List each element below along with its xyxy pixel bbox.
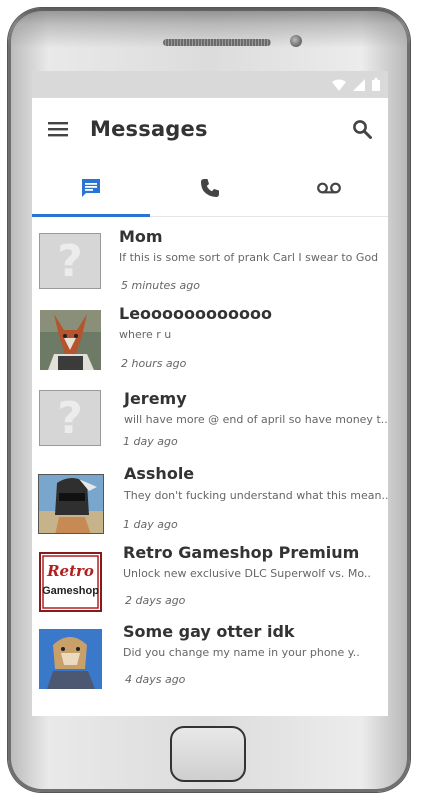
avatar-masked-character-photo bbox=[38, 474, 104, 534]
conversation-row-retro-gameshop[interactable]: Retro Gameshop Retro Gameshop Premium Un… bbox=[32, 531, 388, 612]
page-title: Messages bbox=[90, 117, 208, 141]
avatar-otter-photo bbox=[39, 629, 102, 689]
message-preview: where r u bbox=[119, 328, 172, 341]
question-mark-icon: ? bbox=[57, 235, 83, 287]
conversation-row-jeremy[interactable]: ? Jeremy will have more @ end of april s… bbox=[32, 373, 388, 453]
message-preview: If this is some sort of prank Carl I swe… bbox=[119, 251, 379, 264]
battery-icon bbox=[372, 78, 380, 91]
message-time: 4 days ago bbox=[125, 673, 186, 686]
contact-name: Asshole bbox=[124, 464, 195, 483]
message-preview: Unlock new exclusive DLC Superwolf vs. M… bbox=[123, 567, 371, 580]
contact-name: Some gay otter idk bbox=[123, 622, 295, 641]
conversation-row-mom[interactable]: ? Mom If this is some sort of prank Carl… bbox=[32, 217, 388, 295]
front-camera bbox=[290, 35, 302, 47]
contact-name: Leoooooooooooo bbox=[119, 304, 272, 323]
tab-messages[interactable] bbox=[32, 160, 151, 216]
question-mark-icon: ? bbox=[57, 392, 83, 444]
contact-name: Jeremy bbox=[124, 389, 187, 408]
conversation-row-otter[interactable]: Some gay otter idk Did you change my nam… bbox=[32, 609, 388, 689]
voicemail-icon bbox=[316, 182, 341, 194]
message-preview: Did you change my name in your phone y.. bbox=[123, 646, 360, 659]
contact-name: Mom bbox=[119, 227, 163, 246]
status-bar bbox=[32, 71, 388, 98]
phone-icon bbox=[201, 179, 219, 197]
avatar-placeholder: ? bbox=[39, 233, 101, 289]
home-button[interactable] bbox=[170, 726, 246, 782]
retro-gameshop-logo: Retro Gameshop bbox=[39, 552, 102, 612]
signal-icon bbox=[353, 78, 365, 91]
message-time: 1 day ago bbox=[123, 435, 178, 448]
avatar-fox-photo bbox=[40, 310, 101, 370]
search-icon[interactable] bbox=[350, 117, 374, 141]
tab-voicemail[interactable] bbox=[269, 160, 388, 216]
tab-bar bbox=[32, 160, 388, 217]
message-time: 1 day ago bbox=[123, 518, 178, 531]
avatar-placeholder: ? bbox=[39, 390, 101, 446]
chat-bubble-icon bbox=[82, 179, 101, 197]
logo-retro-text: Retro bbox=[46, 562, 94, 580]
tab-calls[interactable] bbox=[151, 160, 270, 216]
conversation-row-asshole[interactable]: Asshole They don't fucking understand wh… bbox=[32, 453, 388, 534]
contact-name: Retro Gameshop Premium bbox=[123, 543, 360, 562]
message-time: 2 days ago bbox=[125, 594, 186, 607]
conversation-row-leo[interactable]: Leoooooooooooo where r u 2 hours ago bbox=[32, 295, 388, 373]
app-bar: Messages bbox=[32, 98, 388, 160]
hamburger-menu-icon[interactable] bbox=[46, 117, 70, 141]
phone-screen: Messages ? Mom If this is some sort of p… bbox=[32, 71, 388, 716]
phone-speaker bbox=[163, 39, 271, 46]
message-preview: will have more @ end of april so have mo… bbox=[124, 413, 388, 426]
wifi-icon bbox=[332, 79, 346, 91]
message-time: 5 minutes ago bbox=[121, 279, 200, 292]
message-preview: They don't fucking understand what this … bbox=[124, 489, 388, 502]
message-time: 2 hours ago bbox=[121, 357, 187, 370]
logo-gameshop-text: Gameshop bbox=[42, 585, 99, 597]
